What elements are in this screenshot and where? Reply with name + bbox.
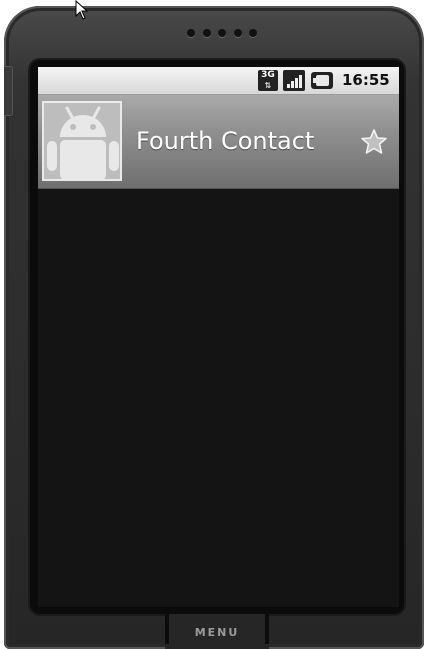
earpiece-speaker xyxy=(187,27,257,39)
android-robot-icon xyxy=(47,106,119,179)
mouse-cursor-icon xyxy=(75,0,89,20)
contact-photo[interactable] xyxy=(42,101,122,181)
status-bar[interactable]: 3G ⇅ 16:55 xyxy=(38,67,399,95)
star-outline-icon[interactable] xyxy=(360,128,388,156)
device-screen: 3G ⇅ 16:55 Fourth Contact xyxy=(38,67,399,607)
signal-strength-icon xyxy=(283,70,305,91)
status-time: 16:55 xyxy=(342,71,390,89)
menu-button[interactable]: MENU xyxy=(165,614,269,649)
contact-name: Fourth Contact xyxy=(136,127,315,155)
3g-data-icon: 3G ⇅ xyxy=(258,70,278,91)
menu-label: MENU xyxy=(194,626,240,639)
volume-button[interactable] xyxy=(4,66,13,116)
contact-header: Fourth Contact xyxy=(38,95,399,189)
battery-icon xyxy=(311,72,333,89)
